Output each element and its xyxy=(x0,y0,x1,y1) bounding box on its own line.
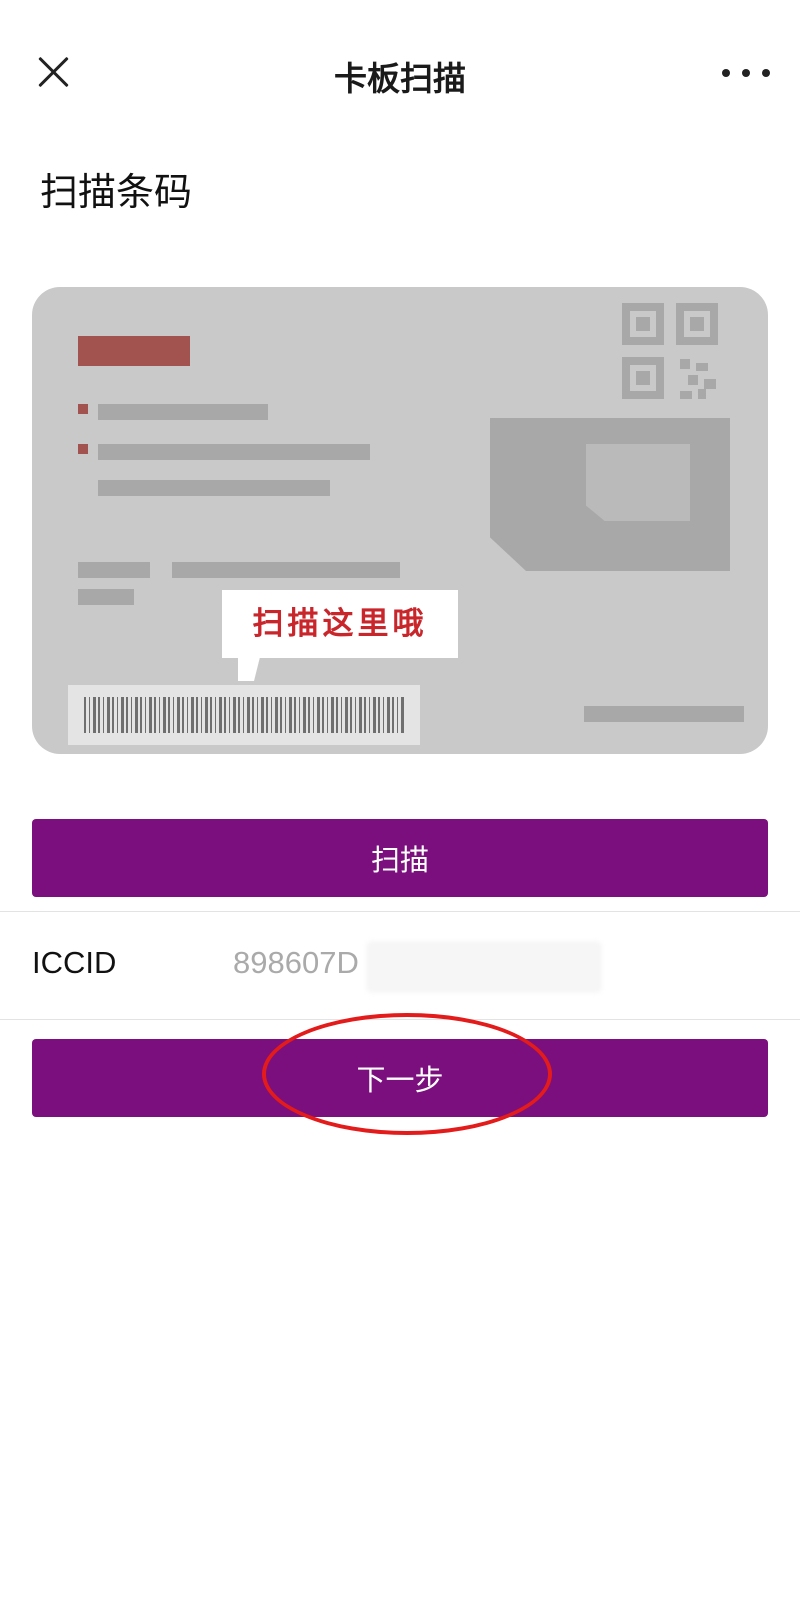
qr-finder-icon xyxy=(676,303,718,345)
bullet-marker xyxy=(78,404,88,414)
scan-button[interactable]: 扫描 xyxy=(32,819,768,897)
redaction-mask xyxy=(366,941,602,993)
bullet-marker xyxy=(78,444,88,454)
hint-text: 扫描这里哦 xyxy=(252,606,428,642)
barcode-icon xyxy=(84,697,404,733)
iccid-field[interactable]: 898607D xyxy=(233,945,359,981)
top-bar: 卡板扫描 xyxy=(0,0,800,146)
barcode-area xyxy=(68,685,420,745)
more-dot xyxy=(762,69,770,77)
more-icon[interactable] xyxy=(722,62,770,84)
text-line xyxy=(172,562,400,578)
more-dot xyxy=(722,69,730,77)
more-dot xyxy=(742,69,750,77)
divider xyxy=(0,911,800,912)
text-line xyxy=(584,706,744,722)
qr-module xyxy=(680,391,692,399)
text-line xyxy=(78,589,134,605)
text-line xyxy=(98,480,330,496)
page-title: 卡板扫描 xyxy=(334,59,466,98)
sim-chip-icon xyxy=(586,444,690,521)
qr-finder-icon xyxy=(622,303,664,345)
sim-card-illustration: 扫描这里哦 xyxy=(32,287,768,754)
card-logo-block xyxy=(78,336,190,366)
iccid-label: ICCID xyxy=(32,945,117,980)
highlight-ellipse xyxy=(262,1013,552,1135)
qr-module xyxy=(688,375,698,385)
text-line xyxy=(98,444,370,460)
section-title: 扫描条码 xyxy=(40,170,193,214)
qr-module xyxy=(680,359,690,369)
qr-module xyxy=(704,379,716,389)
qr-module xyxy=(696,363,708,371)
qr-finder-icon xyxy=(622,357,664,399)
qr-module xyxy=(698,389,706,399)
hint-bubble-tail xyxy=(238,657,260,681)
text-line xyxy=(78,562,150,578)
text-line xyxy=(98,404,268,420)
